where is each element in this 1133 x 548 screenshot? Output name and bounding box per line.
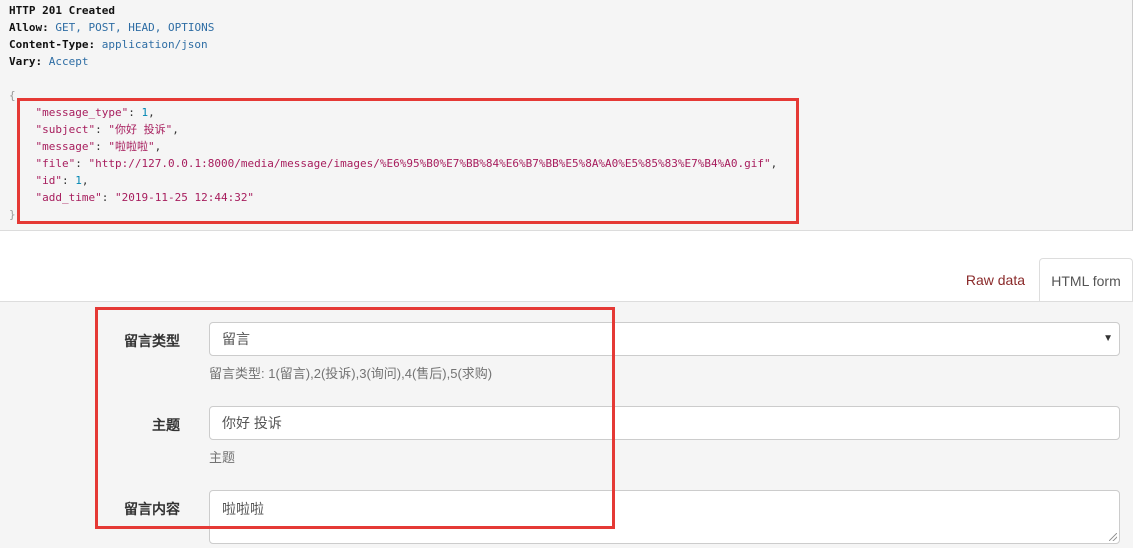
subject-value: 你好 投诉	[222, 415, 282, 431]
response-json: { "message_type": 1, "subject": "你好 投诉",…	[9, 89, 778, 221]
json-val-id: 1	[75, 174, 82, 187]
json-key-file: "file"	[35, 157, 76, 170]
json-key-message: "message"	[35, 140, 96, 153]
message-type-help: 留言类型: 1(留言),2(投诉),3(询问),4(售后),5(求购)	[209, 366, 493, 381]
status-line: HTTP 201 Created	[9, 4, 115, 17]
chevron-down-icon: ▼	[1103, 333, 1113, 344]
json-val-message: "啦啦啦"	[108, 140, 155, 153]
message-label: 留言内容	[124, 501, 180, 517]
json-close-brace: }	[9, 208, 16, 221]
tab-raw-data[interactable]: Raw data	[952, 258, 1039, 302]
message-type-label: 留言类型	[124, 333, 180, 349]
message-textarea[interactable]: 啦啦啦	[209, 490, 1120, 544]
message-type-select[interactable]: 留言 ▼	[209, 322, 1120, 356]
json-key-subject: "subject"	[35, 123, 96, 136]
message-value: 啦啦啦	[222, 501, 264, 517]
json-val-subject: "你好 投诉"	[108, 123, 173, 136]
header-allow: Allow: GET, POST, HEAD, OPTIONS	[9, 21, 215, 34]
json-key-add-time: "add_time"	[35, 191, 102, 204]
html-form-panel: 留言类型 留言 ▼ 留言类型: 1(留言),2(投诉),3(询问),4(售后),…	[0, 301, 1133, 548]
subject-label: 主题	[152, 417, 180, 433]
json-val-file[interactable]: "http://127.0.0.1:8000/media/message/ima…	[89, 157, 771, 170]
json-val-add-time: "2019-11-25 12:44:32"	[114, 191, 255, 204]
response-headers: HTTP 201 Created Allow: GET, POST, HEAD,…	[9, 2, 214, 70]
format-tabs: Raw data HTML form	[952, 258, 1133, 302]
tab-html-form[interactable]: HTML form	[1039, 258, 1133, 302]
json-key-message-type: "message_type"	[35, 106, 129, 119]
subject-input[interactable]: 你好 投诉	[209, 406, 1120, 440]
message-type-value: 留言	[222, 331, 250, 347]
json-key-id: "id"	[35, 174, 63, 187]
resize-handle-icon[interactable]	[1109, 533, 1117, 541]
json-open-brace: {	[9, 89, 16, 102]
header-content-type: Content-Type: application/json	[9, 38, 208, 51]
subject-help: 主题	[209, 450, 236, 465]
response-panel: HTTP 201 Created Allow: GET, POST, HEAD,…	[0, 0, 1133, 231]
header-vary: Vary: Accept	[9, 55, 89, 68]
